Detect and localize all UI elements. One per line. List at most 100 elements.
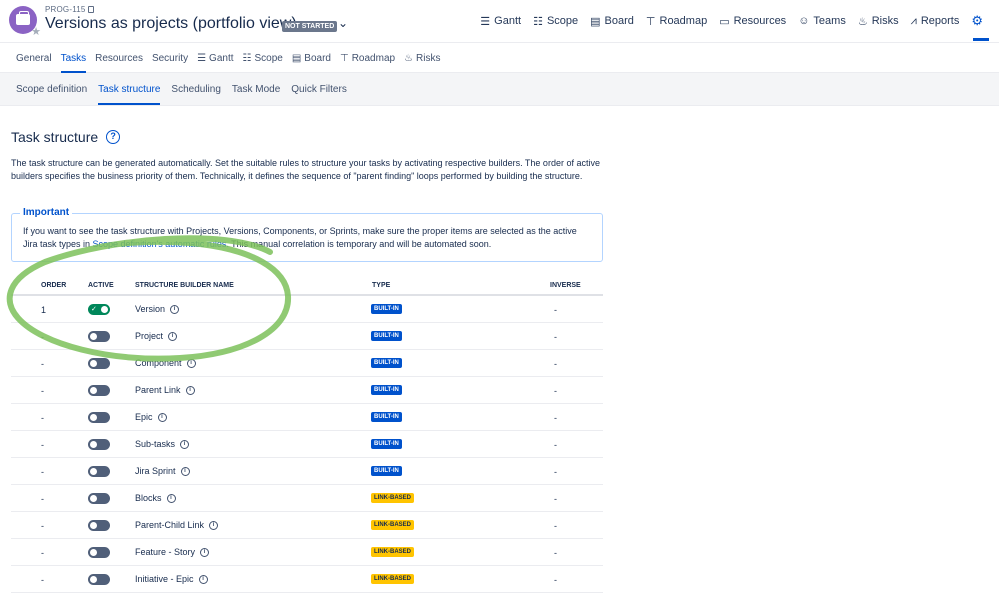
- nav-gantt[interactable]: ☰ Gantt: [480, 15, 521, 28]
- subtab-scope-definition[interactable]: Scope definition: [16, 73, 87, 105]
- inverse-cell: -: [554, 548, 557, 558]
- inverse-cell: -: [554, 305, 557, 315]
- tab-gantt[interactable]: ☰ Gantt: [197, 43, 233, 73]
- nav-risks[interactable]: ♨ Risks: [858, 15, 899, 28]
- status-badge: NOT STARTED: [282, 21, 338, 32]
- type-badge: BUILT-IN: [371, 304, 402, 314]
- tab-board[interactable]: ▤ Board: [292, 43, 331, 73]
- info-icon[interactable]: i: [166, 493, 176, 503]
- info-icon[interactable]: i: [198, 574, 208, 584]
- settings-button[interactable]: ⚙: [971, 13, 987, 29]
- builder-name: Version i: [135, 304, 180, 314]
- tab-label: Scheduling: [171, 83, 221, 95]
- toggle-knob: [90, 522, 97, 529]
- col-inverse: INVERSE: [550, 282, 581, 289]
- type-badge: BUILT-IN: [371, 466, 402, 476]
- active-toggle[interactable]: [88, 358, 110, 369]
- important-label: Important: [20, 207, 73, 218]
- project-title: Versions as projects (portfolio view): [45, 15, 297, 32]
- toggle-knob: [90, 360, 97, 367]
- active-toggle[interactable]: [88, 439, 110, 450]
- subtab-task-mode[interactable]: Task Mode: [232, 73, 280, 105]
- subtab-scheduling[interactable]: Scheduling: [171, 73, 220, 105]
- active-toggle[interactable]: [88, 520, 110, 531]
- tab-scope[interactable]: ☷ Scope: [243, 43, 283, 73]
- tab-general[interactable]: General: [16, 43, 52, 73]
- inverse-cell: -: [554, 413, 557, 423]
- active-toggle[interactable]: [88, 547, 110, 558]
- tab-label: Scope definition: [16, 83, 88, 95]
- table-row: - Jira Sprint i BUILT-IN -: [11, 458, 603, 485]
- table-header: ORDER ACTIVE STRUCTURE BUILDER NAME TYPE…: [11, 276, 603, 296]
- builder-name: Epic i: [135, 412, 167, 422]
- table-row: - Parent Link i BUILT-IN -: [11, 377, 603, 404]
- tab-label: General: [16, 52, 52, 64]
- tab-resources[interactable]: Resources: [95, 43, 143, 73]
- builder-name: Project i: [135, 331, 178, 341]
- info-icon[interactable]: i: [186, 358, 196, 368]
- tab-label: Scope: [254, 52, 283, 64]
- toggle-knob: [90, 387, 97, 394]
- info-icon[interactable]: i: [180, 439, 190, 449]
- builder-name: Jira Sprint i: [135, 466, 190, 476]
- info-icon[interactable]: i: [170, 304, 180, 314]
- project-avatar[interactable]: ★: [9, 6, 41, 38]
- type-badge: LINK-BASED: [371, 574, 414, 584]
- tab-risks[interactable]: ♨ Risks: [404, 43, 440, 73]
- important-text: If you want to see the task structure wi…: [23, 226, 577, 249]
- active-toggle[interactable]: [88, 493, 110, 504]
- table-row: - Component i BUILT-IN -: [11, 350, 603, 377]
- page-description: The task structure can be generated auto…: [11, 158, 600, 181]
- star-icon[interactable]: ★: [31, 27, 41, 38]
- info-icon[interactable]: i: [200, 547, 210, 557]
- nav-board[interactable]: ▤ Board: [590, 15, 634, 28]
- info-icon[interactable]: i: [180, 466, 190, 476]
- project-key: PROG-115: [45, 5, 94, 14]
- order-cell: -: [41, 386, 44, 396]
- active-toggle[interactable]: [88, 331, 110, 342]
- subtab-task-structure[interactable]: Task structure: [98, 73, 161, 105]
- settings-active-indicator: [973, 38, 989, 41]
- tab-security[interactable]: Security: [152, 43, 188, 73]
- chevron-down-icon[interactable]: ⌄: [338, 16, 348, 30]
- gear-icon: ⚙: [971, 13, 983, 28]
- active-toggle[interactable]: [88, 385, 110, 396]
- tab-tasks[interactable]: Tasks: [60, 43, 86, 73]
- settings-tabs: General Tasks Resources Security ☰ Gantt ☷ Scop…: [0, 42, 999, 73]
- info-icon[interactable]: i: [157, 412, 167, 422]
- nav-roadmap[interactable]: ⊤ Roadmap: [646, 15, 707, 28]
- resources-icon: ▭: [719, 15, 730, 28]
- active-toggle[interactable]: [88, 574, 110, 585]
- tab-label: Risks: [416, 52, 441, 64]
- roadmap-icon: ⊤: [339, 52, 349, 64]
- nav-reports[interactable]: ⩘ Reports: [911, 15, 960, 28]
- table-row: - Feature - Story i LINK-BASED -: [11, 539, 603, 566]
- nav-label: Resources: [733, 15, 787, 27]
- roadmap-icon: ⊤: [645, 15, 656, 28]
- briefcase-icon: [16, 11, 30, 25]
- tab-label: Task Mode: [231, 83, 281, 95]
- gantt-icon: ☰: [480, 15, 491, 28]
- nav-teams[interactable]: ☺ Teams: [798, 15, 846, 27]
- type-badge: LINK-BASED: [371, 547, 414, 557]
- task-subtabs: Scope definition Task structure Scheduling…: [0, 73, 999, 106]
- nav-resources[interactable]: ▭ Resources: [719, 15, 786, 28]
- help-icon[interactable]: ?: [106, 130, 121, 144]
- tab-roadmap[interactable]: ⊤ Roadmap: [340, 43, 395, 73]
- type-badge: BUILT-IN: [371, 412, 402, 422]
- order-cell: -: [41, 413, 44, 423]
- copy-icon[interactable]: [87, 6, 94, 13]
- info-icon[interactable]: i: [185, 385, 195, 395]
- reports-icon: ⩘: [910, 14, 917, 27]
- active-toggle[interactable]: [88, 412, 110, 423]
- scope-definition-link[interactable]: Scope definition's automatic rules.: [93, 239, 229, 249]
- info-icon[interactable]: i: [209, 520, 219, 530]
- active-toggle[interactable]: ✓: [88, 304, 110, 315]
- tab-label: Task structure: [98, 83, 161, 95]
- subtab-quick-filters[interactable]: Quick Filters: [291, 73, 347, 105]
- type-badge: LINK-BASED: [371, 520, 414, 530]
- nav-scope[interactable]: ☷ Scope: [533, 15, 578, 28]
- info-icon[interactable]: i: [168, 331, 178, 341]
- toggle-knob: [90, 441, 97, 448]
- active-toggle[interactable]: [88, 466, 110, 477]
